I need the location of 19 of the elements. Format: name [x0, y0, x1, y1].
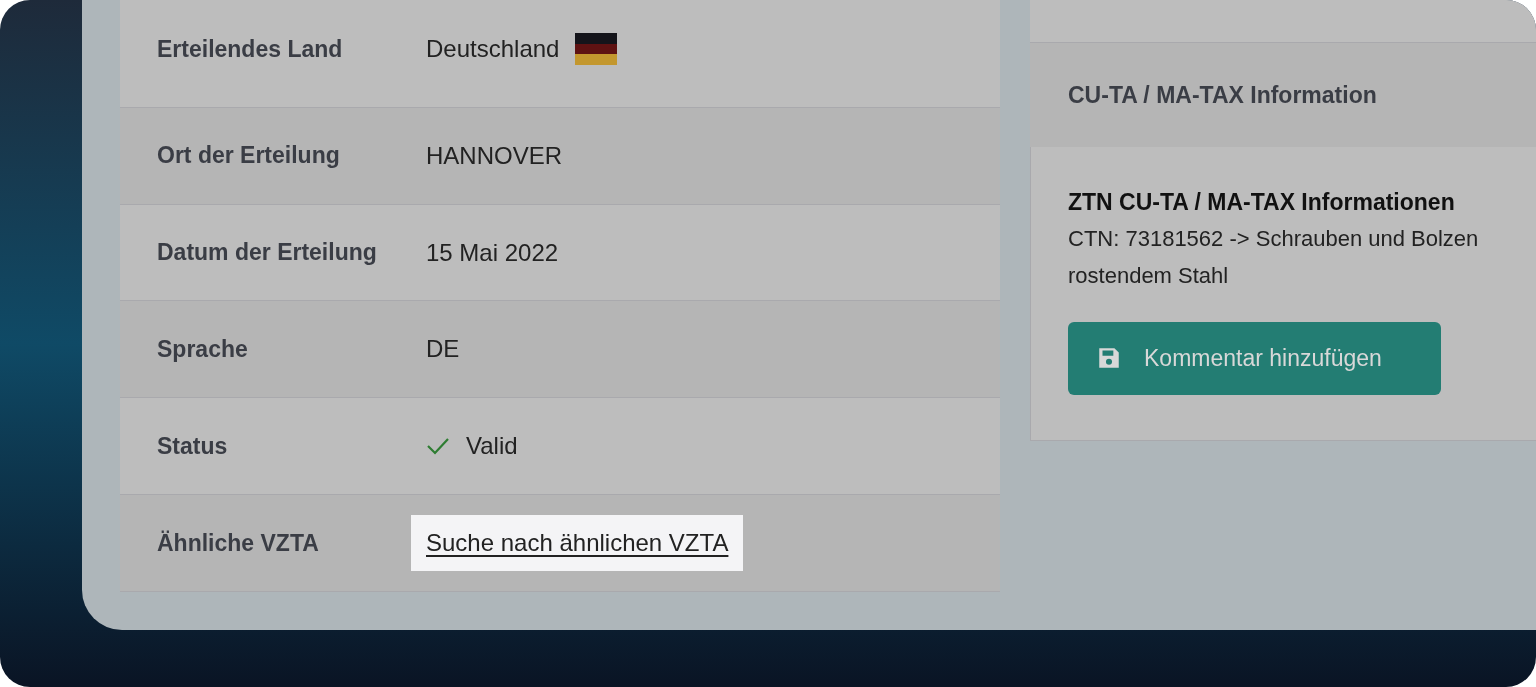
check-icon: [426, 437, 450, 456]
value-text: 15 Mai 2022: [426, 237, 559, 268]
value-text: DE: [426, 334, 460, 365]
description-text: rostendem Stahl: [1068, 261, 1230, 290]
field-label: Ort der Erteilung: [156, 141, 341, 171]
section-title: ZTN CU-TA / MA-TAX Informationen: [1068, 188, 1456, 217]
field-label: Erteilendes Land: [156, 35, 344, 65]
description-text: CTN: 73181562 -> Schrauben und Bolzen: [1068, 224, 1480, 253]
value-text: Deutschland: [426, 34, 560, 65]
field-label: Status: [156, 431, 229, 461]
flag-icon: [575, 33, 618, 66]
field-label: Sprache: [156, 335, 249, 365]
save-icon: [1096, 345, 1122, 371]
field-label: Ähnliche VZTA: [156, 528, 320, 558]
field-label: Datum der Erteilung: [156, 238, 378, 268]
status-text: Valid: [466, 431, 518, 462]
search-link[interactable]: Suche nach ähnlichen VZTA: [411, 515, 744, 572]
card-title: CU-TA / MA-TAX Information: [1068, 80, 1377, 110]
value-text: HANNOVER: [426, 140, 563, 171]
